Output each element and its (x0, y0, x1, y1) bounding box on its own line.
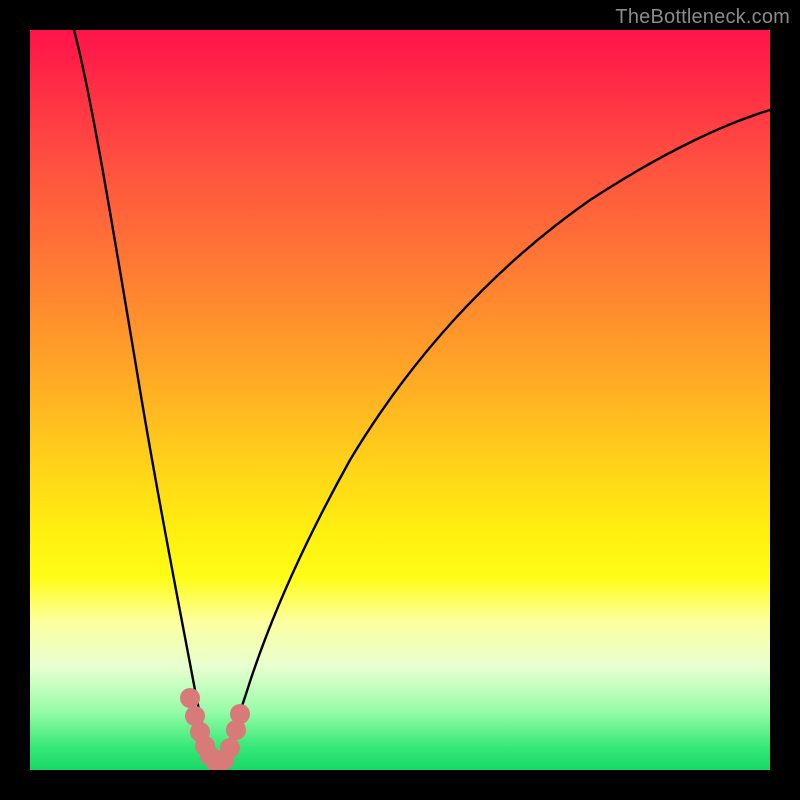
curves-svg (30, 30, 770, 770)
right-curve-path (220, 110, 770, 768)
watermark-text: TheBottleneck.com (615, 6, 790, 29)
chart-frame: TheBottleneck.com (0, 0, 800, 800)
left-curve-path (74, 30, 216, 768)
highlight-dots (180, 688, 250, 770)
plot-area (30, 30, 770, 770)
